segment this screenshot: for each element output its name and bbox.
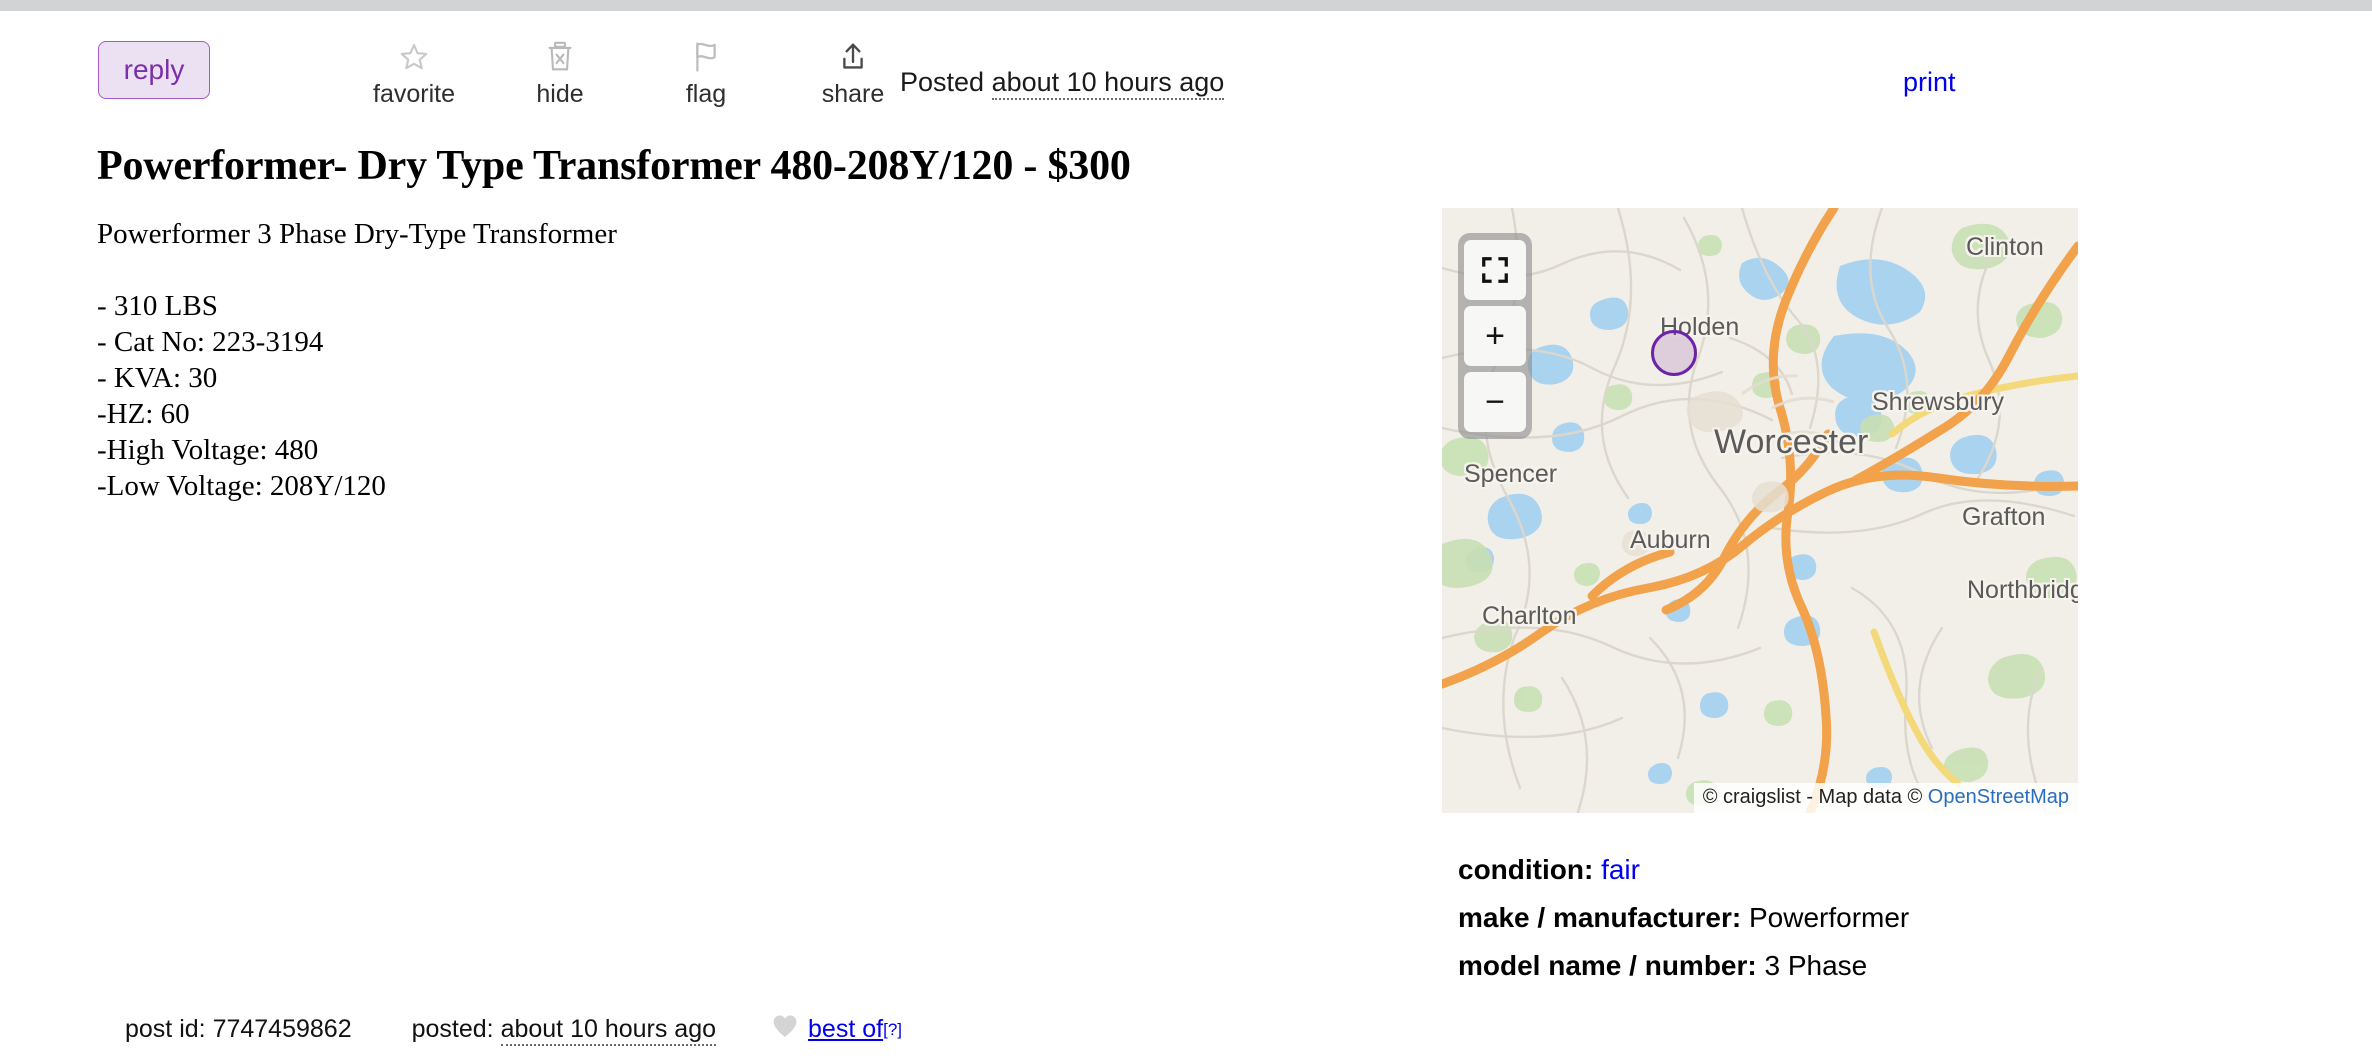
flag-button[interactable]: flag <box>641 41 771 109</box>
attribute-value: Powerformer <box>1741 902 1910 933</box>
posting-attributes: condition: fair make / manufacturer: Powe… <box>1458 846 1909 990</box>
star-icon <box>349 41 479 79</box>
attribute-key: condition: <box>1458 854 1594 885</box>
map-location-marker <box>1651 330 1697 376</box>
posted-label: posted: <box>411 1015 501 1043</box>
posting-body-text: Powerformer 3 Phase Dry-Type Transformer… <box>97 218 617 502</box>
reply-button[interactable]: reply <box>98 41 210 99</box>
posting-footer: post id: 7747459862 posted: about 10 hour… <box>125 1014 902 1046</box>
favorite-label: favorite <box>373 80 455 108</box>
attribute-row: model name / number: 3 Phase <box>1458 942 1909 990</box>
fullscreen-button[interactable] <box>1464 240 1526 300</box>
trash-x-icon <box>495 41 625 79</box>
posted-prefix: Posted <box>900 67 992 97</box>
share-button[interactable]: share <box>788 41 918 109</box>
post-id-label: post id: <box>125 1015 213 1043</box>
post-id: post id: 7747459862 <box>125 1015 352 1044</box>
zoom-out-icon: − <box>1485 383 1505 421</box>
browser-top-edge <box>0 0 2372 11</box>
heart-icon <box>772 1014 798 1045</box>
attribute-key: make / manufacturer: <box>1458 902 1742 933</box>
posted-relative-time[interactable]: about 10 hours ago <box>991 67 1225 100</box>
share-label: share <box>821 80 885 108</box>
attribute-row: condition: fair <box>1458 846 1909 894</box>
best-of-help-icon[interactable]: [?] <box>883 1020 902 1040</box>
best-of-link[interactable]: best of <box>808 1015 883 1044</box>
favorite-button[interactable]: favorite <box>349 41 479 109</box>
flag-icon <box>641 41 771 79</box>
attribute-row: make / manufacturer: Powerformer <box>1458 894 1909 942</box>
location-map[interactable]: Clinton Holden Shrewsbury Worcester Spencer G… <box>1442 208 2078 813</box>
footer-posted-relative[interactable]: about 10 hours ago <box>500 1015 717 1046</box>
attribute-key: model name / number: <box>1458 950 1757 981</box>
map-controls: + − <box>1458 233 1532 439</box>
footer-posted: posted: about 10 hours ago <box>411 1015 717 1046</box>
fullscreen-icon <box>1464 240 1526 300</box>
map-tiles <box>1442 208 2078 813</box>
posting-page: reply favorite hide flag share Posted ab… <box>0 11 2372 1058</box>
zoom-out-button[interactable]: − <box>1464 372 1526 432</box>
zoom-in-icon: + <box>1485 317 1505 355</box>
zoom-in-button[interactable]: + <box>1464 306 1526 366</box>
page-title: Powerformer- Dry Type Transformer 480-20… <box>97 143 1131 189</box>
flag-label: flag <box>685 80 727 108</box>
attribution-text: © craigslist - Map data © <box>1702 786 1928 808</box>
attribute-value[interactable]: fair <box>1593 854 1640 885</box>
openstreetmap-link[interactable]: OpenStreetMap <box>1928 786 2069 808</box>
share-arrow-icon <box>788 41 918 79</box>
map-attribution: © craigslist - Map data © OpenStreetMap <box>1693 783 2078 813</box>
hide-button[interactable]: hide <box>495 41 625 109</box>
post-id-value: 7747459862 <box>212 1015 352 1043</box>
hide-label: hide <box>536 80 584 108</box>
print-link[interactable]: print <box>1903 67 1956 98</box>
posted-timestamp: Posted about 10 hours ago <box>900 67 1225 100</box>
attribute-value: 3 Phase <box>1756 950 1868 981</box>
